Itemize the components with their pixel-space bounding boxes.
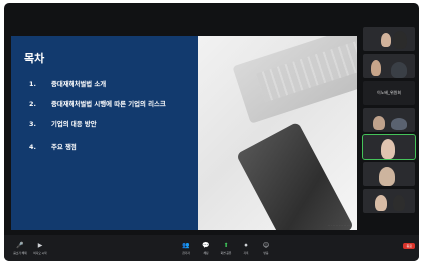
slide-photo: · · · · · · · · · · · · · · · — [198, 36, 357, 230]
toc-item: 4. 주요 쟁점 — [29, 143, 192, 151]
chat-icon: 💬 — [202, 241, 210, 249]
shared-slide: 목차 1. 중대재해처벌법 소개 2. 중대재해처벌법 시행에 따른 기업의 리… — [11, 36, 357, 230]
reactions-button[interactable]: ☺ 반응 — [256, 242, 276, 255]
toc-item-number: 3. — [29, 120, 36, 128]
toc-item: 3. 기업의 대응 방안 — [29, 120, 192, 128]
toc-item: 1. 중대재해처벌법 소개 — [29, 80, 192, 88]
participant-avatar — [373, 116, 385, 130]
phone-image — [235, 121, 355, 230]
toc-item-number: 2. — [29, 100, 36, 108]
participant-tile[interactable] — [363, 54, 415, 78]
share-screen-label: 화면 공유 — [220, 250, 232, 255]
share-screen-button[interactable]: ⬆ 화면 공유 — [216, 242, 236, 255]
meeting-toolbar: 🎤 음소거 해제 ▶ 비디오 시작 👥 참가자 💬 채팅 ⬆ 화면 공유 ⏺ 기… — [4, 235, 419, 261]
slide-text-panel: 목차 1. 중대재해처벌법 소개 2. 중대재해처벌법 시행에 따른 기업의 리… — [11, 36, 198, 230]
chat-button[interactable]: 💬 채팅 — [196, 242, 216, 255]
reactions-label: 반응 — [263, 250, 269, 255]
participant-tile[interactable] — [362, 134, 416, 160]
video-icon: ▶ — [37, 241, 43, 249]
participant-strip[interactable]: 이노베_위원회 — [362, 27, 417, 216]
unmute-button[interactable]: 🎤 음소거 해제 — [10, 242, 30, 255]
participant-avatar — [393, 31, 407, 49]
participants-icon: 👥 — [182, 241, 190, 249]
participant-avatar — [381, 33, 391, 47]
mic-icon: 🎤 — [16, 241, 24, 249]
participant-avatar — [391, 118, 407, 130]
participant-tile[interactable] — [363, 27, 415, 51]
participant-avatar — [379, 167, 395, 186]
toolbar-center-group: 👥 참가자 💬 채팅 ⬆ 화면 공유 ⏺ 기록 ☺ 반응 — [176, 242, 276, 255]
toc-item-number: 4. — [29, 143, 36, 151]
start-video-button[interactable]: ▶ 비디오 시작 — [30, 242, 50, 255]
participant-tile[interactable] — [363, 162, 415, 186]
unmute-label: 음소거 해제 — [13, 250, 27, 255]
participant-tile[interactable] — [363, 108, 415, 132]
toc-item-text: 중대재해처벌법 소개 — [51, 80, 107, 88]
participant-avatar — [375, 195, 387, 211]
table-of-contents: 1. 중대재해처벌법 소개 2. 중대재해처벌법 시행에 따른 기업의 리스크 … — [29, 80, 192, 151]
toc-item: 2. 중대재해처벌법 시행에 따른 기업의 리스크 — [29, 100, 192, 108]
chat-label: 채팅 — [203, 250, 209, 255]
record-button[interactable]: ⏺ 기록 — [236, 242, 256, 255]
participant-tile[interactable] — [363, 189, 415, 213]
meeting-window: 목차 1. 중대재해처벌법 소개 2. 중대재해처벌법 시행에 따른 기업의 리… — [4, 3, 419, 261]
participant-avatar — [371, 60, 381, 76]
toc-item-number: 1. — [29, 80, 36, 88]
participant-avatar — [393, 195, 405, 211]
participant-avatar — [381, 139, 395, 159]
toc-item-text: 기업의 대응 방안 — [51, 120, 97, 128]
participant-avatar — [391, 62, 407, 78]
participants-label: 참가자 — [182, 250, 190, 255]
start-video-label: 비디오 시작 — [33, 250, 47, 255]
participant-tile[interactable]: 이노베_위원회 — [363, 81, 415, 105]
record-label: 기록 — [243, 250, 249, 255]
reactions-icon: ☺ — [262, 241, 270, 249]
toc-item-text: 주요 쟁점 — [51, 143, 77, 151]
end-meeting-button[interactable]: 종료 — [403, 243, 415, 249]
slide-title: 목차 — [24, 52, 45, 65]
toolbar-left-group: 🎤 음소거 해제 ▶ 비디오 시작 — [10, 242, 50, 255]
participants-button[interactable]: 👥 참가자 — [176, 242, 196, 255]
share-screen-icon: ⬆ — [223, 241, 229, 249]
toc-item-text: 중대재해처벌법 시행에 따른 기업의 리스크 — [51, 100, 166, 108]
image-watermark: · · · · · · · · · · · · · · · — [327, 224, 351, 227]
record-icon: ⏺ — [244, 241, 248, 249]
participant-name: 이노베_위원회 — [376, 90, 402, 95]
